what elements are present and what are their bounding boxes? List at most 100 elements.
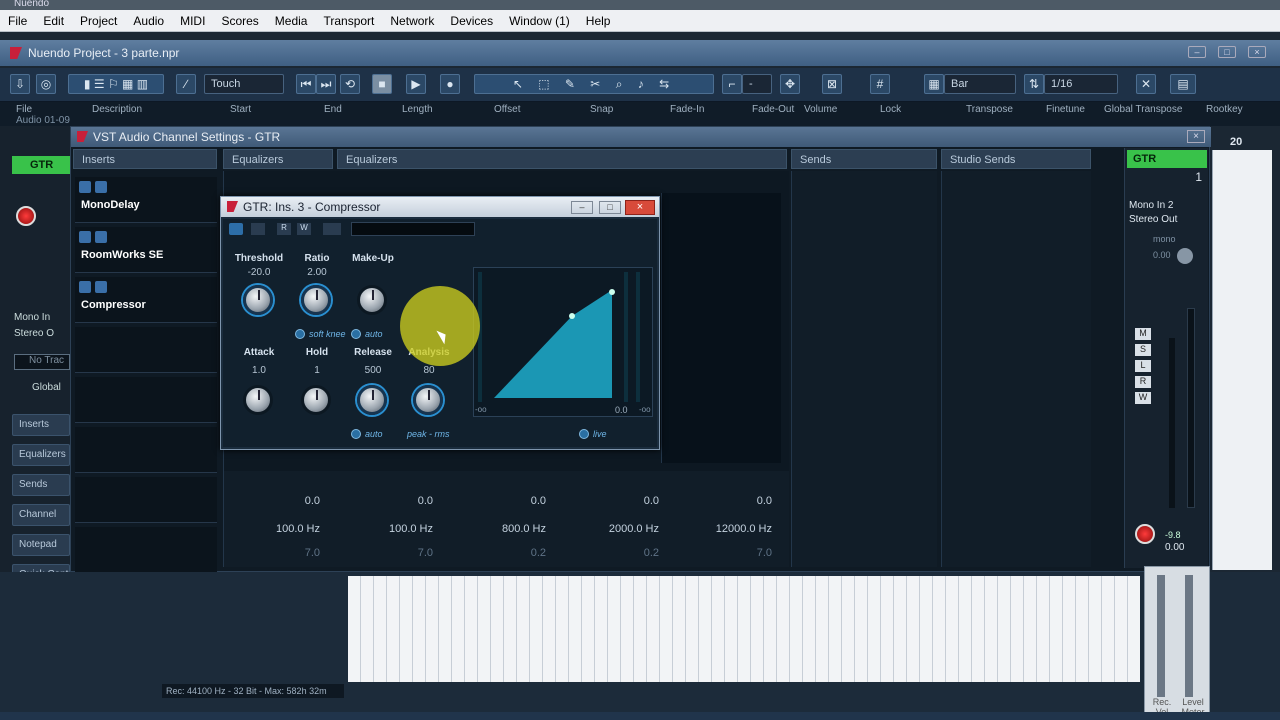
eq-band3-freq[interactable]: 800.0 Hz — [456, 523, 546, 535]
menu-network[interactable]: Network — [382, 14, 442, 28]
eq-band2-q[interactable]: 7.0 — [343, 547, 433, 559]
threshold-knob[interactable] — [243, 285, 273, 315]
pan-knob[interactable] — [1177, 248, 1193, 264]
insert-slot-3[interactable]: Compressor — [75, 277, 217, 323]
inspector-input-routing[interactable]: Mono In — [14, 312, 50, 323]
ratio-knob[interactable] — [301, 285, 331, 315]
activate-project-icon[interactable]: ⇩ — [10, 74, 30, 94]
inspector-tab-channel[interactable]: Channel — [12, 504, 70, 526]
rewind-icon[interactable]: ⏮ — [296, 74, 316, 94]
record-enable-button[interactable] — [16, 206, 36, 226]
hold-knob[interactable] — [301, 385, 331, 415]
eq-band1-gain[interactable]: 0.0 — [230, 495, 320, 507]
insert-slot-empty[interactable] — [75, 527, 217, 573]
inspector-tab-equalizers[interactable]: Equalizers — [12, 444, 70, 466]
eq-band1-freq[interactable]: 100.0 Hz — [230, 523, 320, 535]
grid-type-select[interactable]: Bar — [944, 74, 1016, 94]
menu-window[interactable]: Window (1) — [501, 14, 578, 28]
forward-icon[interactable]: ⏭ — [316, 74, 336, 94]
channel-fader-value[interactable]: 0.00 — [1165, 542, 1184, 553]
insert-slot-empty[interactable] — [75, 327, 217, 373]
release-knob[interactable] — [357, 385, 387, 415]
plugin-settings-icon[interactable] — [323, 223, 341, 235]
eq-band2-gain[interactable]: 0.0 — [343, 495, 433, 507]
power-icon[interactable] — [79, 181, 91, 193]
menu-file[interactable]: File — [0, 14, 35, 28]
project-event-area[interactable] — [1212, 150, 1272, 570]
inspector-no-track[interactable]: No Trac — [14, 354, 70, 370]
menu-scores[interactable]: Scores — [213, 14, 266, 28]
menu-project[interactable]: Project — [72, 14, 125, 28]
eq-curve-graph[interactable] — [661, 193, 781, 463]
read-automation-button[interactable]: R — [1135, 376, 1151, 388]
sends-panel[interactable] — [791, 171, 937, 567]
bypass-icon[interactable] — [95, 181, 107, 193]
eq-curve-section-header[interactable]: Equalizers — [337, 149, 787, 169]
studio-sends-panel[interactable] — [941, 171, 1091, 567]
event-grid[interactable] — [348, 576, 1140, 682]
bypass-icon[interactable] — [95, 231, 107, 243]
auto-release-toggle[interactable] — [351, 429, 361, 439]
insert-slot-empty[interactable] — [75, 477, 217, 523]
sends-section-header[interactable]: Sends — [791, 149, 937, 169]
inspector-track-name[interactable]: GTR — [12, 156, 70, 174]
menu-edit[interactable]: Edit — [35, 14, 72, 28]
channel-fader[interactable] — [1169, 338, 1175, 508]
makeup-knob[interactable] — [357, 285, 387, 315]
bypass-icon[interactable] — [95, 281, 107, 293]
plugin-read-icon[interactable]: R — [277, 223, 291, 235]
ratio-point[interactable] — [609, 289, 615, 295]
insert-slot-2[interactable]: RoomWorks SE — [75, 227, 217, 273]
plugin-bypass-icon[interactable] — [251, 223, 265, 235]
level-meter-fader[interactable] — [1185, 575, 1193, 697]
inserts-section-header[interactable]: Inserts — [73, 149, 217, 169]
insert-slot-1[interactable]: MonoDelay — [75, 177, 217, 223]
channel-input-routing[interactable]: Mono In 2 — [1129, 200, 1173, 211]
attack-knob[interactable] — [243, 385, 273, 415]
power-icon[interactable] — [79, 231, 91, 243]
inspector-tab-sends[interactable]: Sends — [12, 474, 70, 496]
compressor-maximize-button[interactable]: □ — [599, 201, 621, 214]
preset-selector[interactable] — [351, 222, 475, 236]
rec-vol-fader[interactable] — [1157, 575, 1165, 697]
play-button[interactable]: ▶ — [406, 74, 426, 94]
stop-button[interactable]: ■ — [372, 74, 392, 94]
maximize-button[interactable]: □ — [1218, 46, 1236, 58]
quantize-select[interactable]: 1/16 — [1044, 74, 1118, 94]
compressor-close-button[interactable]: × — [625, 200, 655, 215]
channel-output-routing[interactable]: Stereo Out — [1129, 214, 1177, 225]
channel-strip-name[interactable]: GTR — [1127, 150, 1207, 168]
inspector-output-routing[interactable]: Stereo O — [14, 328, 54, 339]
info-file-value[interactable]: Audio 01-09 — [16, 115, 70, 126]
write-automation-button[interactable]: W — [1135, 392, 1151, 404]
inspector-tab-notepad[interactable]: Notepad — [12, 534, 70, 556]
eq-band5-gain[interactable]: 0.0 — [682, 495, 772, 507]
menu-midi[interactable]: MIDI — [172, 14, 213, 28]
auto-makeup-toggle[interactable] — [351, 329, 361, 339]
analysis-knob[interactable] — [413, 385, 443, 415]
menu-media[interactable]: Media — [267, 14, 316, 28]
plugin-write-icon[interactable]: W — [297, 223, 311, 235]
menu-help[interactable]: Help — [578, 14, 619, 28]
eq-band2-freq[interactable]: 100.0 Hz — [343, 523, 433, 535]
inspector-global[interactable]: Global — [14, 382, 61, 393]
close-button[interactable]: × — [1248, 46, 1266, 58]
color-icon[interactable]: ⊠ — [822, 74, 842, 94]
menu-audio[interactable]: Audio — [125, 14, 172, 28]
grid-icon[interactable]: # — [870, 74, 890, 94]
colors-menu-icon[interactable]: ▤ — [1170, 74, 1196, 94]
automation-icon[interactable]: ∕ — [176, 74, 196, 94]
grid-type-icon[interactable]: ▦ — [924, 74, 944, 94]
snap-to-zero-icon[interactable]: ✕ — [1136, 74, 1156, 94]
menu-devices[interactable]: Devices — [442, 14, 501, 28]
snap-icon[interactable]: ⌐ — [722, 74, 742, 94]
snap-select[interactable]: - — [742, 74, 772, 94]
record-button[interactable]: ● — [440, 74, 460, 94]
soft-knee-toggle[interactable] — [295, 329, 305, 339]
channel-record-button[interactable] — [1135, 524, 1155, 544]
threshold-point[interactable] — [569, 313, 575, 319]
menu-transport[interactable]: Transport — [315, 14, 382, 28]
tool-palette[interactable]: ↖ ⬚ ✎ ✂ ⌕ ♪ ⇆ — [474, 74, 714, 94]
snap-toggle-icon[interactable]: ✥ — [780, 74, 800, 94]
minimize-button[interactable]: – — [1188, 46, 1206, 58]
